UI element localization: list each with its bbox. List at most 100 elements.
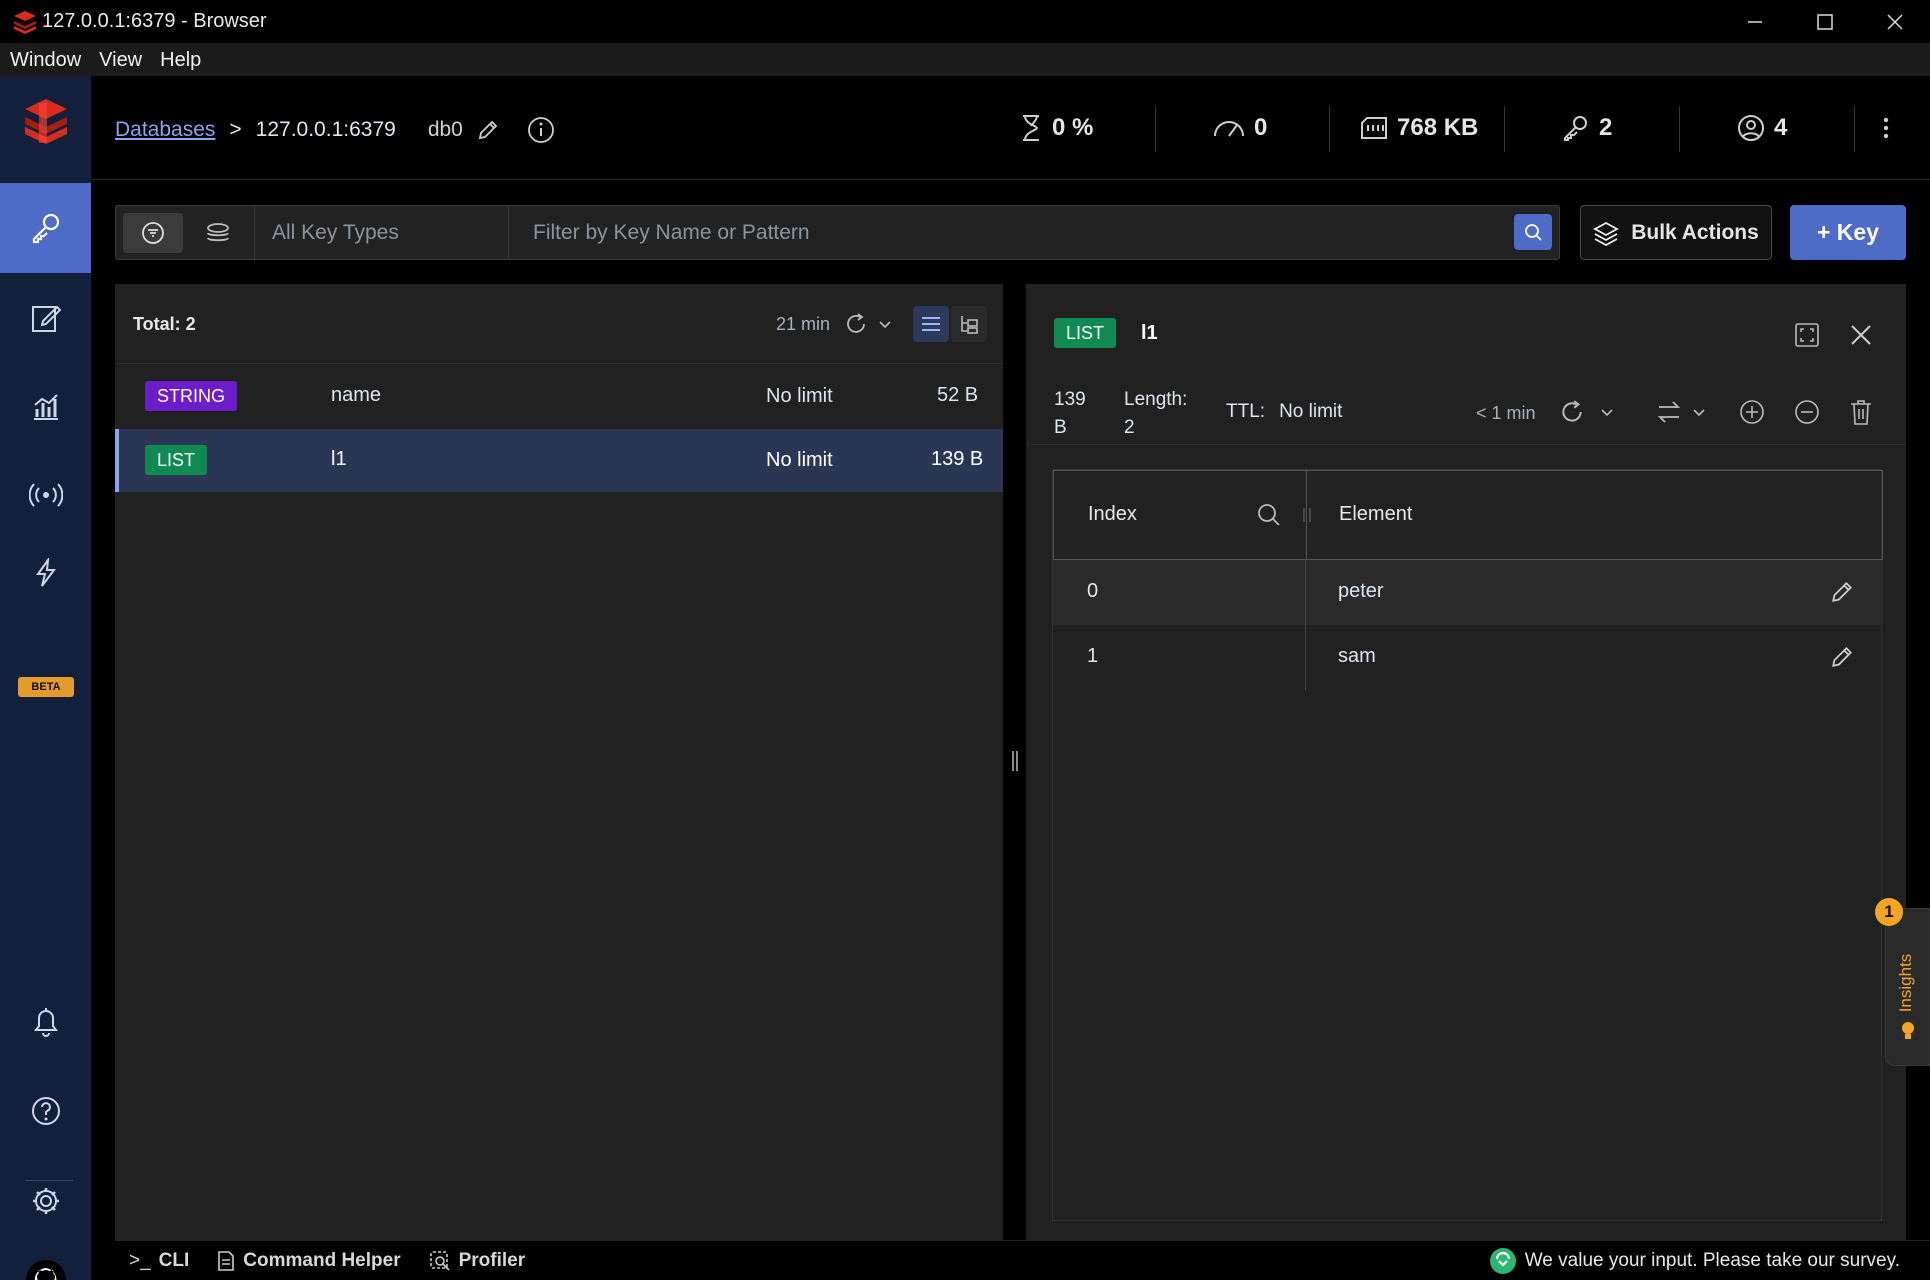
chevron-down-icon[interactable] (1600, 408, 1614, 418)
profiler-button[interactable]: Profiler (429, 1249, 526, 1272)
menu-view[interactable]: View (99, 49, 142, 72)
detail-key-name[interactable]: l1 (1141, 322, 1158, 345)
breadcrumb-databases-link[interactable]: Databases (115, 118, 215, 142)
nav-github[interactable] (0, 1235, 91, 1280)
detail-length-label: Length: (1124, 389, 1188, 410)
profiler-label: Profiler (458, 1249, 526, 1271)
title-bar: 127.0.0.1:6379 - Browser (0, 0, 1930, 44)
key-type-select[interactable]: All Key Types (254, 206, 508, 259)
redis-logo-icon (24, 99, 67, 144)
document-icon (218, 1250, 235, 1271)
nav-divider (25, 1180, 73, 1181)
chevron-down-icon[interactable] (878, 320, 892, 330)
nav-triggers-functions[interactable] (0, 528, 91, 618)
bottom-bar: >_ CLI Command Helper Profiler We value … (115, 1240, 1930, 1280)
github-icon (25, 1260, 66, 1280)
stat-clients-value: 4 (1774, 114, 1788, 141)
command-helper-button[interactable]: Command Helper (217, 1250, 401, 1272)
trash-icon[interactable] (1849, 398, 1873, 426)
layers-search-icon (207, 223, 229, 242)
key-size: 52 B (937, 384, 979, 406)
detail-key-type-badge: LIST (1054, 318, 1117, 348)
more-options-button[interactable] (1871, 112, 1901, 144)
fullscreen-icon[interactable] (1794, 322, 1820, 348)
key-type-select-value: All Key Types (272, 220, 399, 244)
key-name: l1 (331, 448, 347, 470)
swap-format-icon[interactable] (1656, 400, 1682, 424)
insights-count-badge: 1 (1875, 898, 1903, 926)
nav-pubsub[interactable] (0, 450, 91, 540)
nav-help[interactable] (0, 1066, 91, 1156)
pencil-icon[interactable] (1830, 645, 1854, 669)
db-index: db0 (427, 118, 463, 141)
menu-bar: Window View Help (0, 44, 1930, 76)
column-resize-icon[interactable] (1301, 508, 1313, 522)
maximize-button[interactable] (1790, 0, 1860, 44)
stat-memory: 768 KB (1359, 76, 1478, 180)
key-pattern-search-input[interactable]: Filter by Key Name or Pattern (509, 206, 1509, 259)
key-icon (1564, 116, 1587, 141)
insights-label: Insights (1896, 953, 1915, 1013)
detail-size-value: 139 (1054, 389, 1086, 410)
element-value: peter (1338, 580, 1384, 602)
maximize-icon (1817, 14, 1833, 30)
pencil-icon[interactable] (477, 119, 499, 141)
add-element-icon[interactable] (1739, 399, 1765, 425)
add-key-button[interactable]: + Key (1790, 205, 1906, 260)
bulk-actions-button[interactable]: Bulk Actions (1580, 205, 1772, 260)
chevron-down-icon[interactable] (1692, 408, 1706, 418)
search-icon[interactable] (1257, 503, 1281, 527)
insights-tab[interactable]: Insights (1885, 908, 1930, 1066)
stat-memory-value: 768 KB (1397, 114, 1479, 141)
survey-smiley-icon (1489, 1247, 1516, 1274)
filter-mode-button[interactable] (123, 213, 183, 253)
menu-window[interactable]: Window (10, 49, 81, 72)
survey-text: We value your input. Please take our sur… (1524, 1249, 1900, 1271)
nav-analysis[interactable] (0, 362, 91, 452)
list-view-button[interactable] (913, 306, 949, 342)
redis-home-logo[interactable] (0, 76, 91, 166)
database-header: Databases > 127.0.0.1:6379 db0 0 % 0 768… (91, 76, 1930, 180)
minimize-button[interactable] (1720, 0, 1790, 44)
search-submit-button[interactable] (1514, 214, 1552, 250)
remove-element-icon[interactable] (1794, 399, 1820, 425)
stat-divider (1504, 106, 1505, 152)
nav-browser[interactable] (0, 183, 91, 273)
add-key-label: + Key (1816, 219, 1879, 245)
search-mode-button[interactable] (188, 213, 248, 253)
close-window-button[interactable] (1860, 0, 1930, 44)
hourglass-icon (1023, 115, 1039, 141)
speedometer-icon (1214, 121, 1244, 137)
lightning-gear-icon (35, 558, 56, 587)
analytics-chart-icon (33, 394, 58, 420)
refresh-icon[interactable] (844, 312, 868, 336)
nav-workbench[interactable] (0, 273, 91, 363)
table-row: 0 peter (1053, 560, 1883, 625)
column-element: Element (1339, 503, 1413, 525)
filter-circle-icon (142, 222, 164, 244)
close-icon[interactable] (1850, 324, 1872, 346)
column-index: Index (1088, 503, 1137, 525)
survey-link[interactable]: We value your input. Please take our sur… (1489, 1247, 1900, 1275)
refresh-icon[interactable] (1559, 399, 1585, 425)
key-row[interactable]: STRING name No limit 52 B (115, 364, 1003, 427)
help-circle-icon (31, 1097, 60, 1125)
panel-resize-handle[interactable] (1003, 284, 1026, 1240)
breadcrumb: Databases > 127.0.0.1:6379 db0 (115, 116, 555, 144)
gear-icon (32, 1188, 59, 1214)
nav-notifications[interactable] (0, 976, 91, 1066)
info-icon[interactable] (527, 116, 555, 144)
close-icon (1887, 14, 1903, 30)
kebab-menu-icon (1883, 117, 1889, 139)
total-keys: Total: 2 (133, 314, 196, 334)
nav-settings[interactable] (0, 1156, 91, 1246)
minimize-icon (1748, 21, 1762, 23)
cli-button[interactable]: >_ CLI (129, 1250, 189, 1272)
tree-view-button[interactable] (951, 306, 987, 342)
pencil-icon[interactable] (1830, 580, 1854, 604)
key-row[interactable]: LIST l1 No limit 139 B (115, 429, 1003, 492)
detail-ttl[interactable]: TTL: No limit (1226, 401, 1342, 423)
menu-help[interactable]: Help (160, 49, 201, 72)
detail-size-unit: B (1054, 417, 1067, 438)
breadcrumb-separator: > (229, 118, 242, 141)
